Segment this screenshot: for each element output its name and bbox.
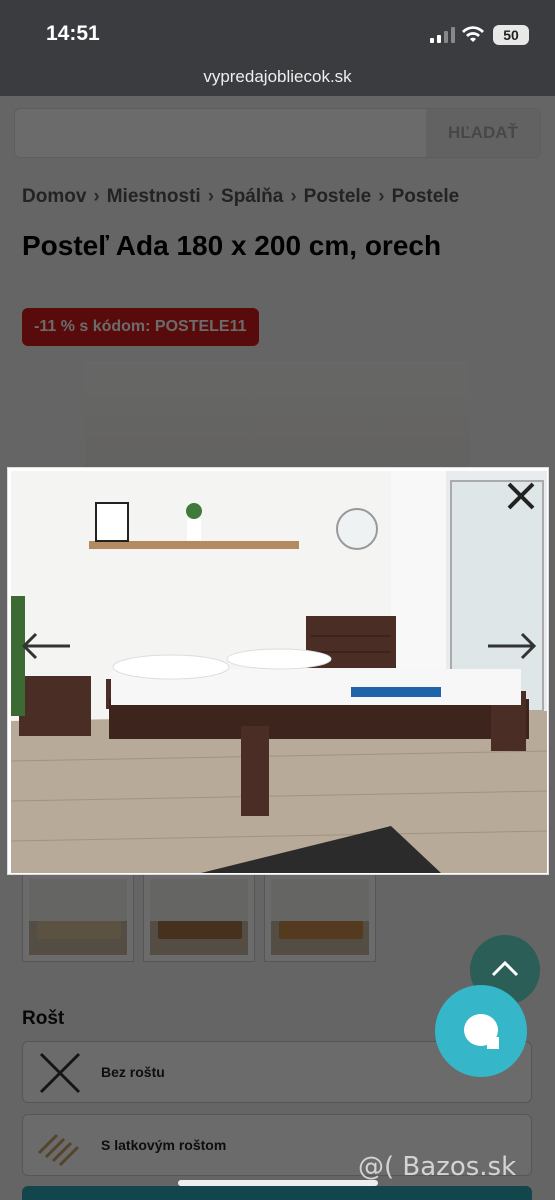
close-icon[interactable] [503, 478, 539, 514]
status-time: 14:51 [46, 22, 100, 45]
product-title: Posteľ Ada 180 x 200 cm, orech [22, 230, 442, 261]
search-bar: HĽADAŤ [14, 108, 541, 158]
product-thumbnail[interactable] [264, 872, 376, 962]
search-button[interactable]: HĽADAŤ [426, 109, 540, 157]
breadcrumb-item[interactable]: Domov [22, 186, 86, 207]
breadcrumb-item[interactable]: Postele [392, 186, 460, 207]
lightbox-image [11, 471, 547, 873]
image-lightbox [7, 467, 549, 875]
arrow-right-icon[interactable] [484, 626, 540, 666]
option-label: S latkovým roštom [101, 1137, 227, 1153]
breadcrumb: Domov › Miestnosti › Spálňa › Postele › Postele [22, 186, 555, 208]
breadcrumb-item[interactable]: Spálňa [221, 186, 283, 207]
chevron-right-icon: › [93, 186, 100, 207]
chat-button[interactable] [435, 985, 527, 1077]
breadcrumb-item[interactable]: Miestnosti [107, 186, 201, 207]
home-indicator[interactable] [178, 1180, 378, 1186]
watermark-bazos: @( Bazos.sk [358, 1152, 517, 1182]
chevron-right-icon: › [207, 186, 215, 207]
promo-badge: -11 % s kódom: POSTELE11 [22, 308, 259, 346]
no-slats-x-icon [39, 1052, 81, 1094]
wifi-icon [462, 26, 484, 42]
address-bar[interactable]: vypredajobliecok.sk [0, 58, 555, 96]
chevron-right-icon: › [290, 186, 297, 207]
battery-indicator: 50 [493, 25, 529, 45]
product-thumbnail[interactable] [143, 872, 255, 962]
slat-frame-icon [37, 1133, 80, 1167]
option-label: Bez roštu [101, 1064, 165, 1080]
option-selected-partial[interactable] [22, 1186, 532, 1200]
section-heading-rost: Rošt [22, 1008, 65, 1029]
product-thumbnail[interactable] [22, 872, 134, 962]
arrow-left-icon[interactable] [18, 626, 74, 666]
status-bar: 14:51 50 [0, 0, 555, 58]
chat-bubble-tail [487, 1037, 499, 1049]
cellular-signal-icon [430, 27, 456, 43]
search-input[interactable] [15, 109, 425, 157]
chevron-right-icon: › [378, 186, 385, 207]
breadcrumb-item[interactable]: Postele [304, 186, 372, 207]
